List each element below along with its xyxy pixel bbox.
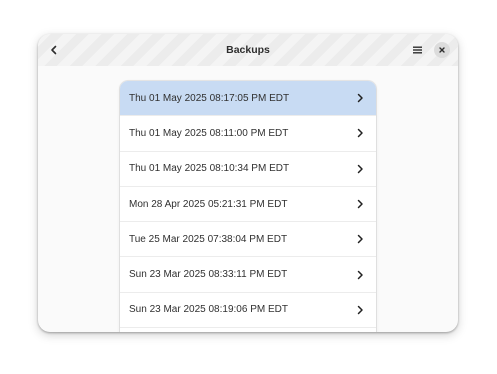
backup-date-label: Thu 01 May 2025 08:17:05 PM EDT [129,92,290,104]
chevron-right-icon [357,305,363,315]
chevron-right-icon [357,93,363,103]
main-menu-button[interactable] [407,40,427,60]
chevron-right-icon [357,129,363,138]
backup-date-label: Mon 28 Apr 2025 05:21:31 PM EDT [129,198,288,210]
window-title: Backups [226,44,270,56]
backup-date-label: Thu 01 May 2025 08:11:00 PM EDT [129,127,289,139]
backup-date-label: Sun 23 Mar 2025 08:19:06 PM EDT [129,304,288,316]
backup-row[interactable]: Thu 01 May 2025 08:11:00 PM EDT [120,116,376,152]
backups-list: Thu 01 May 2025 08:17:05 PM EDT Thu 01 M… [120,81,376,332]
backup-row[interactable]: Mon 28 Apr 2025 05:21:31 PM EDT [120,187,376,223]
hamburger-menu-icon [412,46,422,54]
chevron-right-icon [357,270,363,279]
headerbar: Backups [38,34,458,66]
close-icon [439,47,445,53]
chevron-right-icon [357,164,363,173]
backup-row[interactable]: Thu 01 May 2025 08:10:34 PM EDT [120,152,376,187]
backup-row[interactable]: Tue 25 Mar 2025 07:38:04 PM EDT [120,222,376,258]
backups-window: Backups Thu 01 May 2025 08:17:05 PM EDT … [38,34,458,332]
backup-row-partial[interactable] [120,328,376,332]
backup-row[interactable]: Sun 23 Mar 2025 08:19:06 PM EDT [120,293,376,329]
chevron-right-icon [357,199,363,209]
chevron-left-icon [51,45,57,55]
close-button[interactable] [434,42,450,58]
backup-row[interactable]: Thu 01 May 2025 08:17:05 PM EDT [120,81,376,117]
back-button[interactable] [44,40,64,60]
backup-date-label: Tue 25 Mar 2025 07:38:04 PM EDT [129,233,288,245]
backup-date-label: Thu 01 May 2025 08:10:34 PM EDT [129,163,290,175]
backup-row[interactable]: Sun 23 Mar 2025 08:33:11 PM EDT [120,257,376,293]
backup-date-label: Sun 23 Mar 2025 08:33:11 PM EDT [129,269,288,281]
chevron-right-icon [357,235,363,244]
